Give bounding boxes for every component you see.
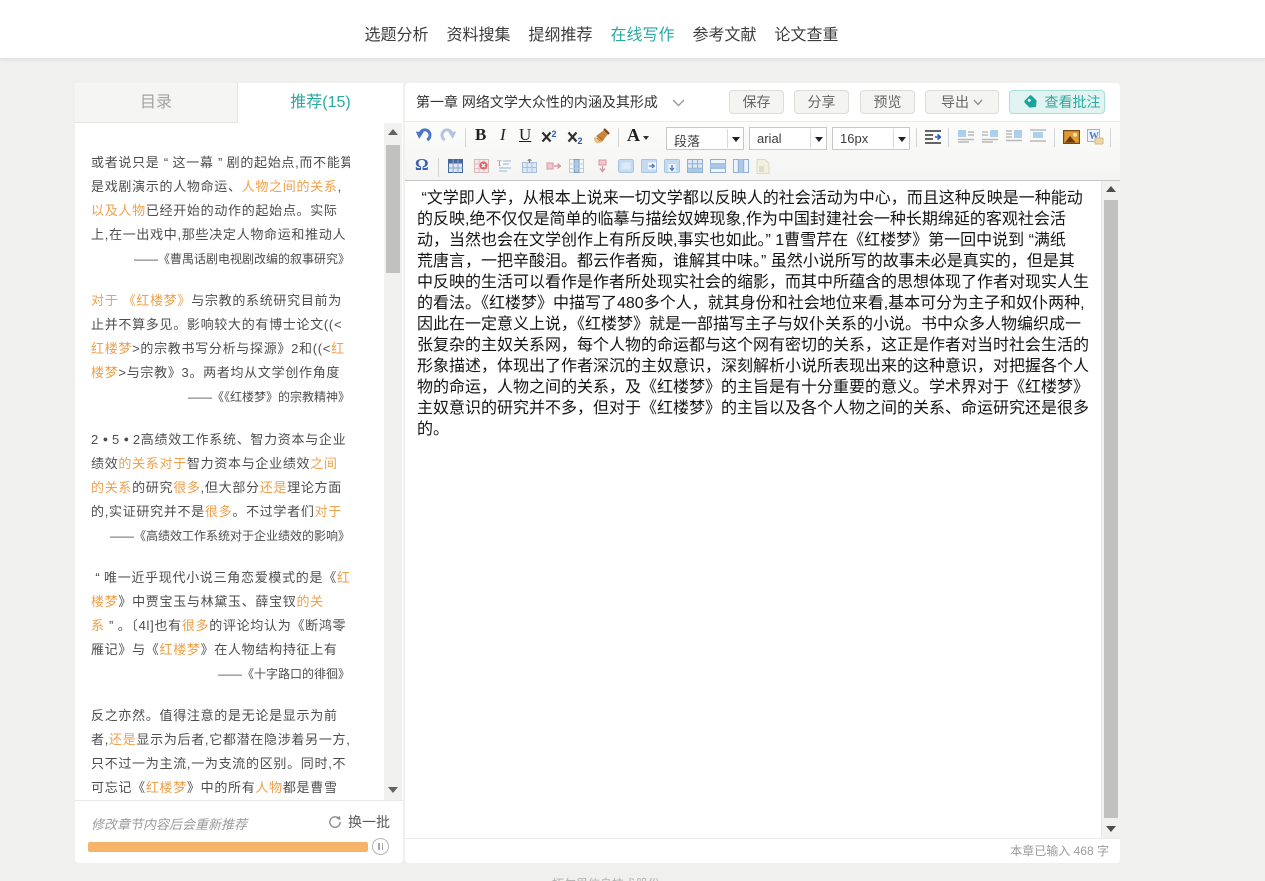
svg-text:T: T <box>497 159 502 168</box>
svg-text:2: 2 <box>578 136 583 145</box>
svg-text:2: 2 <box>552 129 557 139</box>
